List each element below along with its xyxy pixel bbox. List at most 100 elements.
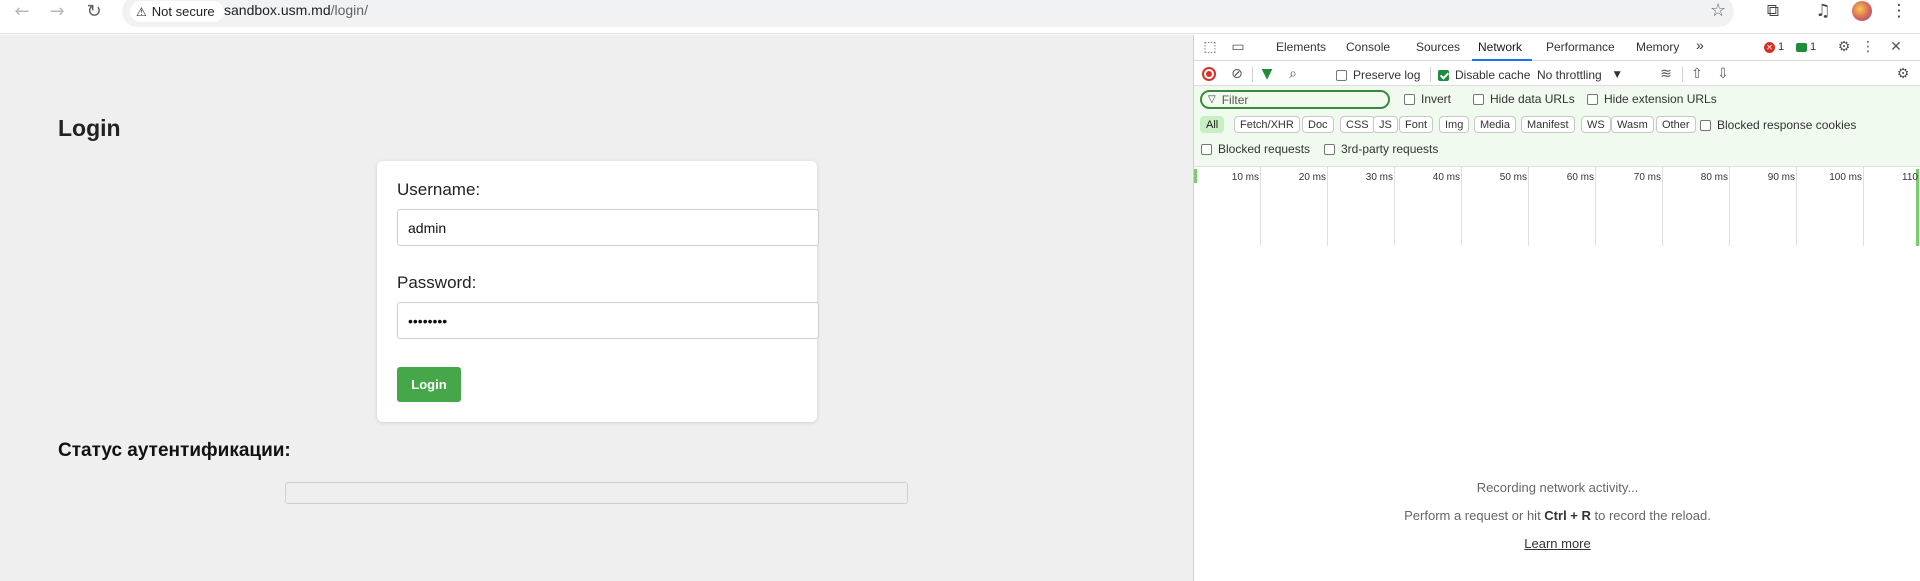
message-count: 1 [1810,41,1817,53]
invert-label: Invert [1421,92,1452,106]
filter-icon: ▽ [1208,94,1216,105]
hide-extension-urls-checkbox[interactable]: Hide extension URLs [1587,92,1717,106]
throttling-select[interactable]: No throttling ▼ [1537,68,1621,82]
address-bar[interactable]: ⚠ Not secure sandbox.usm.md/login/ [122,0,1734,27]
inspect-element-icon[interactable]: ⬚ [1200,37,1220,57]
third-party-requests-checkbox[interactable]: 3rd-party requests [1324,142,1438,156]
export-har-icon[interactable]: ⇩ [1714,64,1732,84]
timeline-gridline: 60 ms [1567,167,1596,246]
tab-sources[interactable]: Sources [1416,40,1460,54]
hint-suffix: to record the reload. [1590,508,1711,523]
clear-icon[interactable]: ⊘ [1228,64,1246,84]
close-devtools-icon[interactable]: ✕ [1886,37,1906,57]
hide-data-urls-label: Hide data URLs [1490,92,1575,106]
timeline-tick-label: 50 ms [1499,172,1527,183]
tab-memory[interactable]: Memory [1636,40,1679,54]
timeline-gridline: 30 ms [1366,167,1395,246]
preserve-log-checkbox[interactable]: Preserve log [1336,68,1420,82]
password-label: Password: [397,273,477,292]
network-timeline-overview[interactable]: 10 ms 20 ms 30 ms 40 ms 50 ms 60 ms 70 m… [1194,166,1920,246]
filter-placeholder: Filter [1221,92,1249,107]
timeline-left-handle[interactable] [1194,169,1197,183]
media-controls-icon[interactable]: ♫ [1812,0,1834,22]
chip-all[interactable]: All [1200,116,1225,133]
url-host: sandbox.usm.md [224,2,331,18]
devtools-menu-icon[interactable]: ⋮ [1860,37,1876,57]
invert-checkbox[interactable]: Invert [1404,92,1451,106]
chip-media[interactable]: Media [1474,116,1516,133]
checkbox-box [1587,93,1598,105]
message-count-badge[interactable]: 1 [1796,41,1816,53]
chip-js[interactable]: JS [1373,116,1398,133]
forward-icon[interactable]: → [43,0,71,22]
active-tab-indicator [1472,59,1532,61]
network-toolbar: ⊘ ▼ ⌕ Preserve log Disable cache No thro… [1194,62,1920,86]
filter-bar: ▽ Filter Invert Hide data URLs Hide exte… [1194,86,1920,246]
username-input[interactable]: admin [397,209,819,246]
filter-funnel-icon[interactable]: ▼ [1258,64,1276,84]
third-party-requests-label: 3rd-party requests [1341,142,1439,156]
learn-more-link[interactable]: Learn more [1194,536,1920,551]
hide-data-urls-checkbox[interactable]: Hide data URLs [1473,92,1575,106]
blocked-response-cookies-checkbox[interactable]: Blocked response cookies [1700,118,1856,132]
error-count-badge[interactable]: ✕ 1 [1764,41,1784,53]
bookmark-star-icon[interactable]: ☆ [1710,0,1726,21]
security-label: Not secure [151,4,215,19]
tab-console[interactable]: Console [1346,40,1390,54]
login-form-card: Username: admin Password: •••••••• Login [377,161,819,422]
timeline-tick-label: 70 ms [1633,172,1661,183]
dropdown-arrow-icon: ▼ [1613,70,1621,80]
kebab-menu-icon[interactable]: ⋮ [1890,0,1908,22]
tab-network[interactable]: Network [1478,40,1522,54]
checkbox-box [1201,143,1212,155]
chip-css[interactable]: CSS [1340,116,1375,133]
url-path: /login/ [330,2,368,18]
timeline-gridline: 70 ms [1634,167,1663,246]
reload-icon[interactable]: ↻ [80,0,108,22]
login-button[interactable]: Login [397,367,461,402]
checkbox-box [1404,93,1415,105]
profile-avatar[interactable] [1852,1,1872,21]
filter-input[interactable]: ▽ Filter [1200,90,1390,109]
chip-fetch-xhr[interactable]: Fetch/XHR [1234,116,1300,133]
page-viewport: Login Username: admin Password: ••••••••… [0,35,1193,581]
timeline-tick-label: 30 ms [1365,172,1393,183]
chip-doc[interactable]: Doc [1302,116,1334,133]
checkbox-box [1438,69,1449,81]
network-settings-icon[interactable]: ⚙ [1894,64,1912,84]
device-toolbar-icon[interactable]: ▭ [1228,37,1248,57]
empty-state-title: Recording network activity... [1476,480,1639,495]
timeline-tick-label: 90 ms [1767,172,1795,183]
timeline-tick-label: 40 ms [1432,172,1460,183]
empty-state-hint: Perform a request or hit Ctrl + R to rec… [1194,508,1920,523]
disable-cache-checkbox[interactable]: Disable cache [1438,68,1530,82]
checkbox-box [1473,93,1484,105]
security-chip[interactable]: ⚠ Not secure [130,1,224,22]
chip-wasm[interactable]: Wasm [1611,116,1654,133]
tab-elements[interactable]: Elements [1276,40,1326,54]
record-icon[interactable] [1202,67,1216,81]
back-icon[interactable]: ← [8,0,36,22]
chip-manifest[interactable]: Manifest [1521,116,1575,133]
settings-gear-icon[interactable]: ⚙ [1834,37,1854,57]
blocked-requests-checkbox[interactable]: Blocked requests [1201,142,1310,156]
username-label: Username: [397,180,481,199]
blocked-response-cookies-label: Blocked response cookies [1717,118,1857,132]
extensions-icon[interactable]: ⧉ [1762,0,1784,22]
search-icon[interactable]: ⌕ [1284,64,1302,84]
url-text[interactable]: sandbox.usm.md/login/ [224,2,368,18]
import-har-icon[interactable]: ⇧ [1688,64,1706,84]
chip-font[interactable]: Font [1399,116,1434,133]
network-conditions-icon[interactable]: ≋ [1656,64,1676,84]
tab-performance[interactable]: Performance [1546,40,1615,54]
hide-extension-urls-label: Hide extension URLs [1604,92,1717,106]
chip-ws[interactable]: WS [1581,116,1611,133]
more-tabs-icon[interactable]: » [1696,37,1704,53]
timeline-tick-label: 100 ms [1829,172,1862,183]
password-input[interactable]: •••••••• [397,302,819,339]
auth-status-title: Статус аутентификации: [58,440,291,461]
timeline-gridline: 40 ms [1433,167,1462,246]
chip-other[interactable]: Other [1656,116,1696,133]
chip-img[interactable]: Img [1439,116,1470,133]
hint-prefix: Perform a request or hit [1404,508,1545,523]
